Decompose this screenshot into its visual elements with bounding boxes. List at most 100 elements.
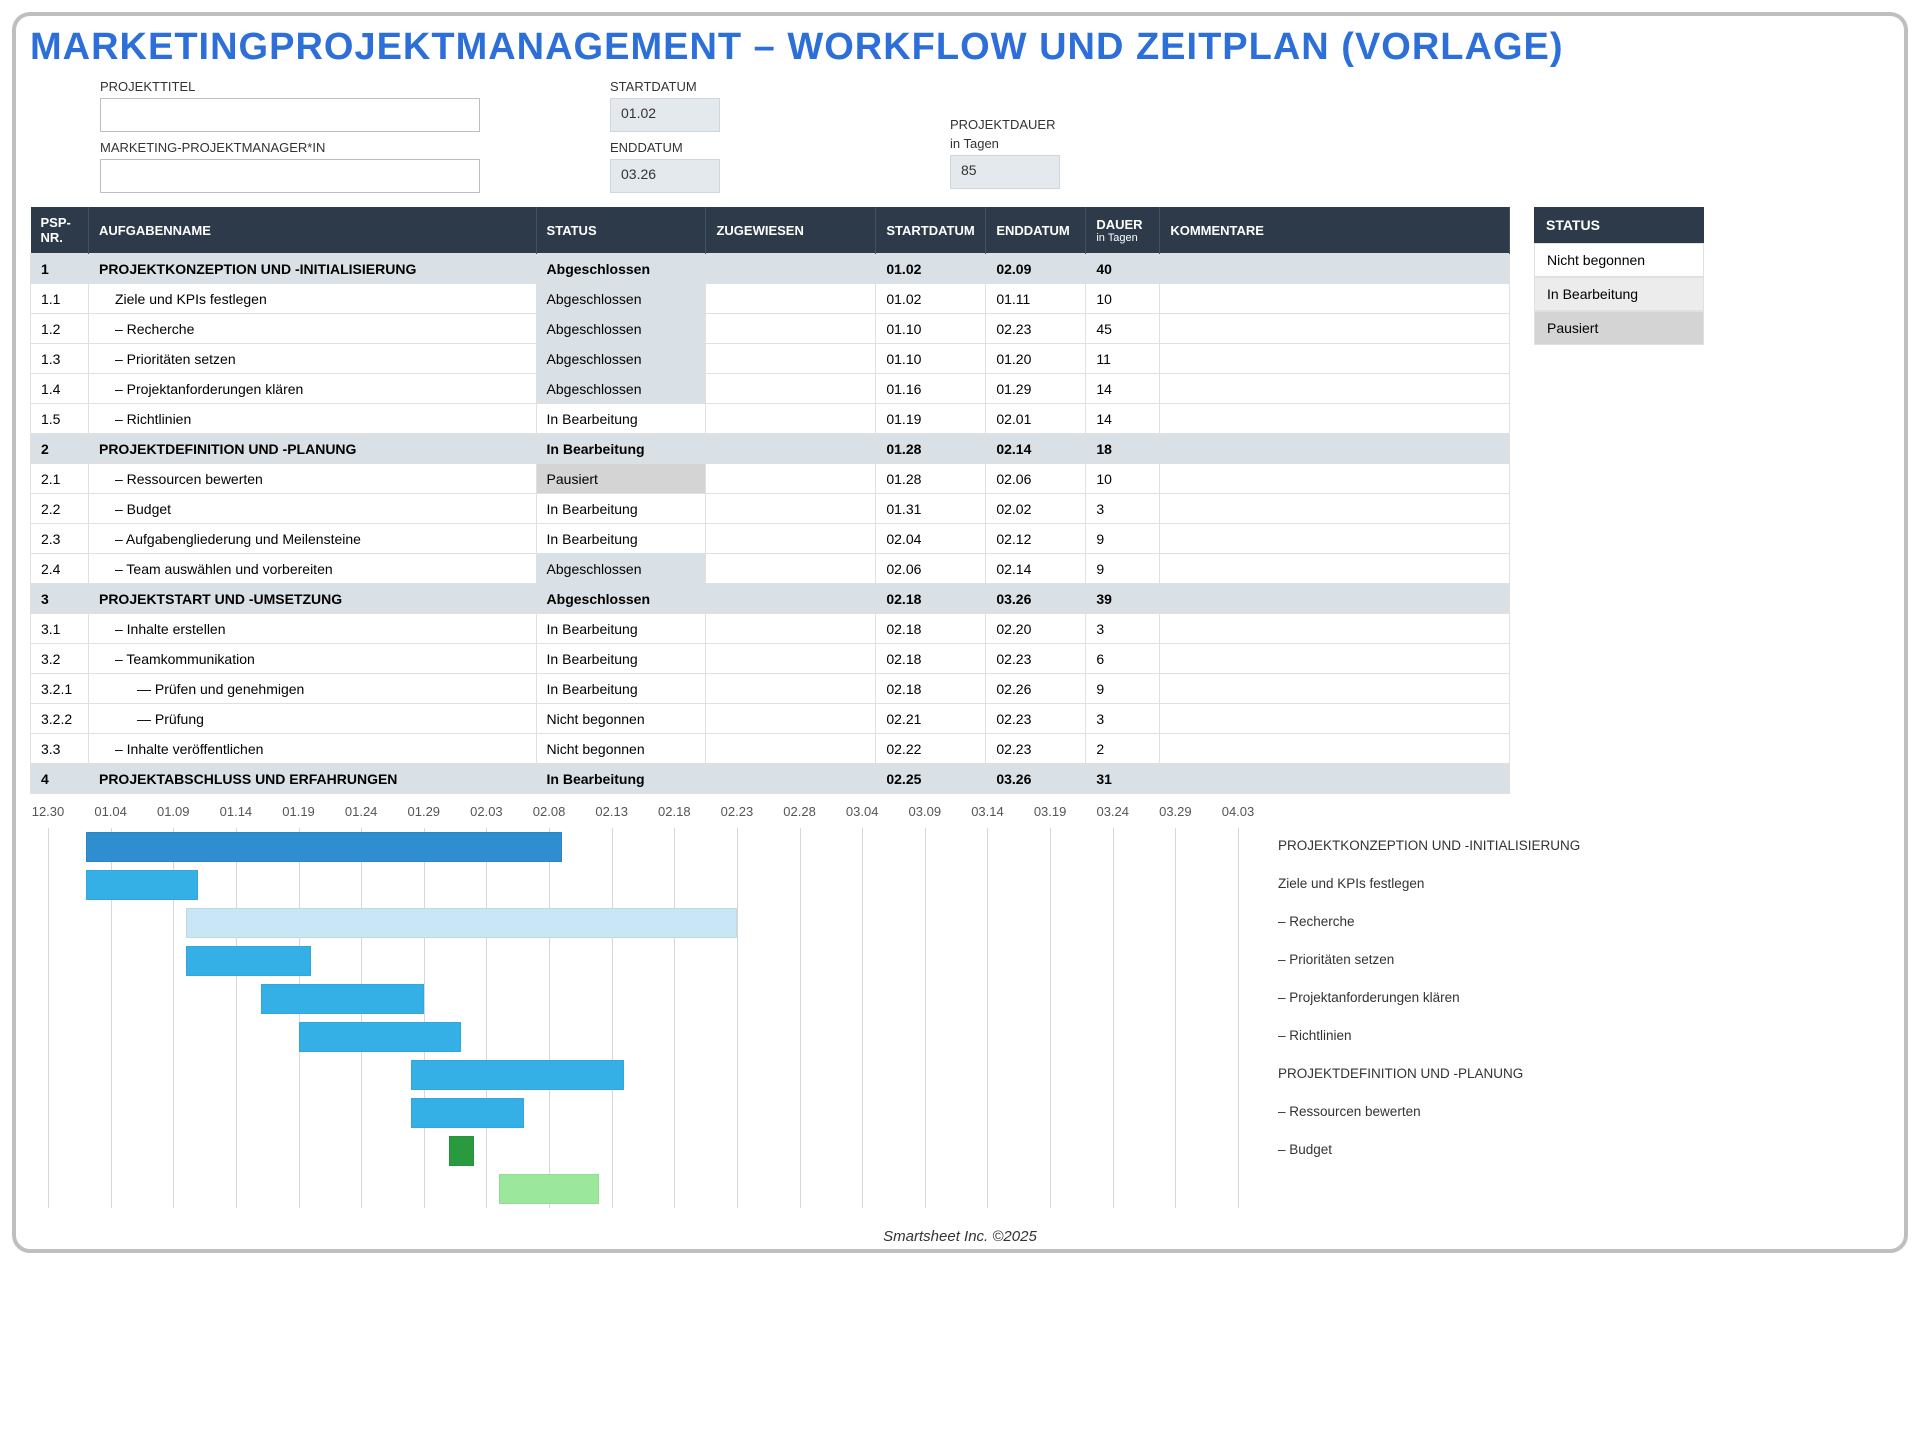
end-date-label: ENDDATUM [610, 140, 910, 155]
project-title-input[interactable] [100, 98, 480, 132]
cell-assigned[interactable] [706, 524, 876, 554]
cell-assigned[interactable] [706, 284, 876, 314]
status-option[interactable]: Pausiert [1534, 311, 1704, 345]
gantt-bar[interactable] [411, 1060, 624, 1090]
table-row[interactable]: 4PROJEKTABSCHLUSS UND ERFAHRUNGENIn Bear… [31, 764, 1510, 794]
cell-comments[interactable] [1160, 404, 1510, 434]
gantt-bar[interactable] [299, 1022, 462, 1052]
table-row[interactable]: 3PROJEKTSTART UND -UMSETZUNGAbgeschlosse… [31, 584, 1510, 614]
cell-comments[interactable] [1160, 734, 1510, 764]
axis-tick: 03.29 [1159, 804, 1192, 819]
table-row[interactable]: 2PROJEKTDEFINITION UND -PLANUNGIn Bearbe… [31, 434, 1510, 464]
cell-comments[interactable] [1160, 284, 1510, 314]
table-row[interactable]: 1.4– Projektanforderungen klärenAbgeschl… [31, 374, 1510, 404]
cell-status[interactable]: Abgeschlossen [536, 374, 706, 404]
axis-tick: 02.08 [533, 804, 566, 819]
gantt-bar[interactable] [411, 1098, 524, 1128]
cell-comments[interactable] [1160, 434, 1510, 464]
cell-assigned[interactable] [706, 734, 876, 764]
cell-comments[interactable] [1160, 554, 1510, 584]
cell-start: 02.04 [876, 524, 986, 554]
cell-status[interactable]: Abgeschlossen [536, 284, 706, 314]
cell-assigned[interactable] [706, 704, 876, 734]
cell-status[interactable]: In Bearbeitung [536, 434, 706, 464]
cell-assigned[interactable] [706, 554, 876, 584]
cell-name: – Budget [88, 494, 536, 524]
cell-comments[interactable] [1160, 644, 1510, 674]
cell-status[interactable]: In Bearbeitung [536, 764, 706, 794]
cell-name: — Prüfung [88, 704, 536, 734]
table-row[interactable]: 1.3– Prioritäten setzenAbgeschlossen01.1… [31, 344, 1510, 374]
cell-assigned[interactable] [706, 374, 876, 404]
gantt-bar[interactable] [449, 1136, 474, 1166]
cell-name: PROJEKTDEFINITION UND -PLANUNG [88, 434, 536, 464]
cell-assigned[interactable] [706, 614, 876, 644]
cell-comments[interactable] [1160, 314, 1510, 344]
cell-status[interactable]: In Bearbeitung [536, 404, 706, 434]
table-row[interactable]: 2.1– Ressourcen bewertenPausiert01.2802.… [31, 464, 1510, 494]
cell-comments[interactable] [1160, 494, 1510, 524]
cell-assigned[interactable] [706, 404, 876, 434]
gantt-bar[interactable] [186, 946, 311, 976]
gantt-bar[interactable] [261, 984, 424, 1014]
table-row[interactable]: 3.2.1— Prüfen und genehmigenIn Bearbeitu… [31, 674, 1510, 704]
table-row[interactable]: 1PROJEKTKONZEPTION UND -INITIALISIERUNGA… [31, 254, 1510, 284]
cell-status[interactable]: In Bearbeitung [536, 524, 706, 554]
cell-comments[interactable] [1160, 464, 1510, 494]
cell-status[interactable]: Abgeschlossen [536, 254, 706, 284]
table-row[interactable]: 3.2.2— PrüfungNicht begonnen02.2102.233 [31, 704, 1510, 734]
table-row[interactable]: 2.3– Aufgabengliederung und Meilensteine… [31, 524, 1510, 554]
cell-comments[interactable] [1160, 524, 1510, 554]
cell-assigned[interactable] [706, 464, 876, 494]
page-title: MARKETINGPROJEKTMANAGEMENT – WORKFLOW UN… [30, 26, 1890, 69]
cell-assigned[interactable] [706, 764, 876, 794]
gantt-bar[interactable] [499, 1174, 599, 1204]
status-option[interactable]: In Bearbeitung [1534, 277, 1704, 311]
table-row[interactable]: 1.5– RichtlinienIn Bearbeitung01.1902.01… [31, 404, 1510, 434]
cell-assigned[interactable] [706, 674, 876, 704]
cell-comments[interactable] [1160, 674, 1510, 704]
status-option[interactable]: Nicht begonnen [1534, 243, 1704, 277]
table-row[interactable]: 1.1Ziele und KPIs festlegenAbgeschlossen… [31, 284, 1510, 314]
gantt-bar[interactable] [86, 870, 199, 900]
cell-status[interactable]: In Bearbeitung [536, 674, 706, 704]
cell-status[interactable]: In Bearbeitung [536, 494, 706, 524]
axis-tick: 03.09 [909, 804, 942, 819]
cell-start: 02.25 [876, 764, 986, 794]
table-row[interactable]: 3.1– Inhalte erstellenIn Bearbeitung02.1… [31, 614, 1510, 644]
cell-assigned[interactable] [706, 254, 876, 284]
manager-input[interactable] [100, 159, 480, 193]
cell-comments[interactable] [1160, 254, 1510, 284]
gantt-bar[interactable] [86, 832, 562, 862]
gantt-bar[interactable] [186, 908, 737, 938]
cell-comments[interactable] [1160, 374, 1510, 404]
table-row[interactable]: 2.4– Team auswählen und vorbereitenAbges… [31, 554, 1510, 584]
cell-status[interactable]: In Bearbeitung [536, 614, 706, 644]
cell-status[interactable]: Nicht begonnen [536, 704, 706, 734]
cell-comments[interactable] [1160, 584, 1510, 614]
cell-status[interactable]: Abgeschlossen [536, 584, 706, 614]
cell-status[interactable]: Abgeschlossen [536, 554, 706, 584]
cell-assigned[interactable] [706, 314, 876, 344]
table-row[interactable]: 2.2– BudgetIn Bearbeitung01.3102.023 [31, 494, 1510, 524]
cell-comments[interactable] [1160, 704, 1510, 734]
axis-tick: 03.19 [1034, 804, 1067, 819]
cell-comments[interactable] [1160, 344, 1510, 374]
cell-comments[interactable] [1160, 764, 1510, 794]
cell-status[interactable]: Abgeschlossen [536, 314, 706, 344]
cell-comments[interactable] [1160, 614, 1510, 644]
table-row[interactable]: 3.3– Inhalte veröffentlichenNicht begonn… [31, 734, 1510, 764]
cell-assigned[interactable] [706, 434, 876, 464]
table-row[interactable]: 3.2– TeamkommunikationIn Bearbeitung02.1… [31, 644, 1510, 674]
table-row[interactable]: 1.2– RechercheAbgeschlossen01.1002.2345 [31, 314, 1510, 344]
cell-status[interactable]: In Bearbeitung [536, 644, 706, 674]
cell-assigned[interactable] [706, 494, 876, 524]
cell-status[interactable]: Pausiert [536, 464, 706, 494]
cell-assigned[interactable] [706, 584, 876, 614]
cell-assigned[interactable] [706, 344, 876, 374]
cell-assigned[interactable] [706, 644, 876, 674]
cell-status[interactable]: Abgeschlossen [536, 344, 706, 374]
cell-psp: 1.1 [31, 284, 89, 314]
cell-start: 01.19 [876, 404, 986, 434]
cell-status[interactable]: Nicht begonnen [536, 734, 706, 764]
